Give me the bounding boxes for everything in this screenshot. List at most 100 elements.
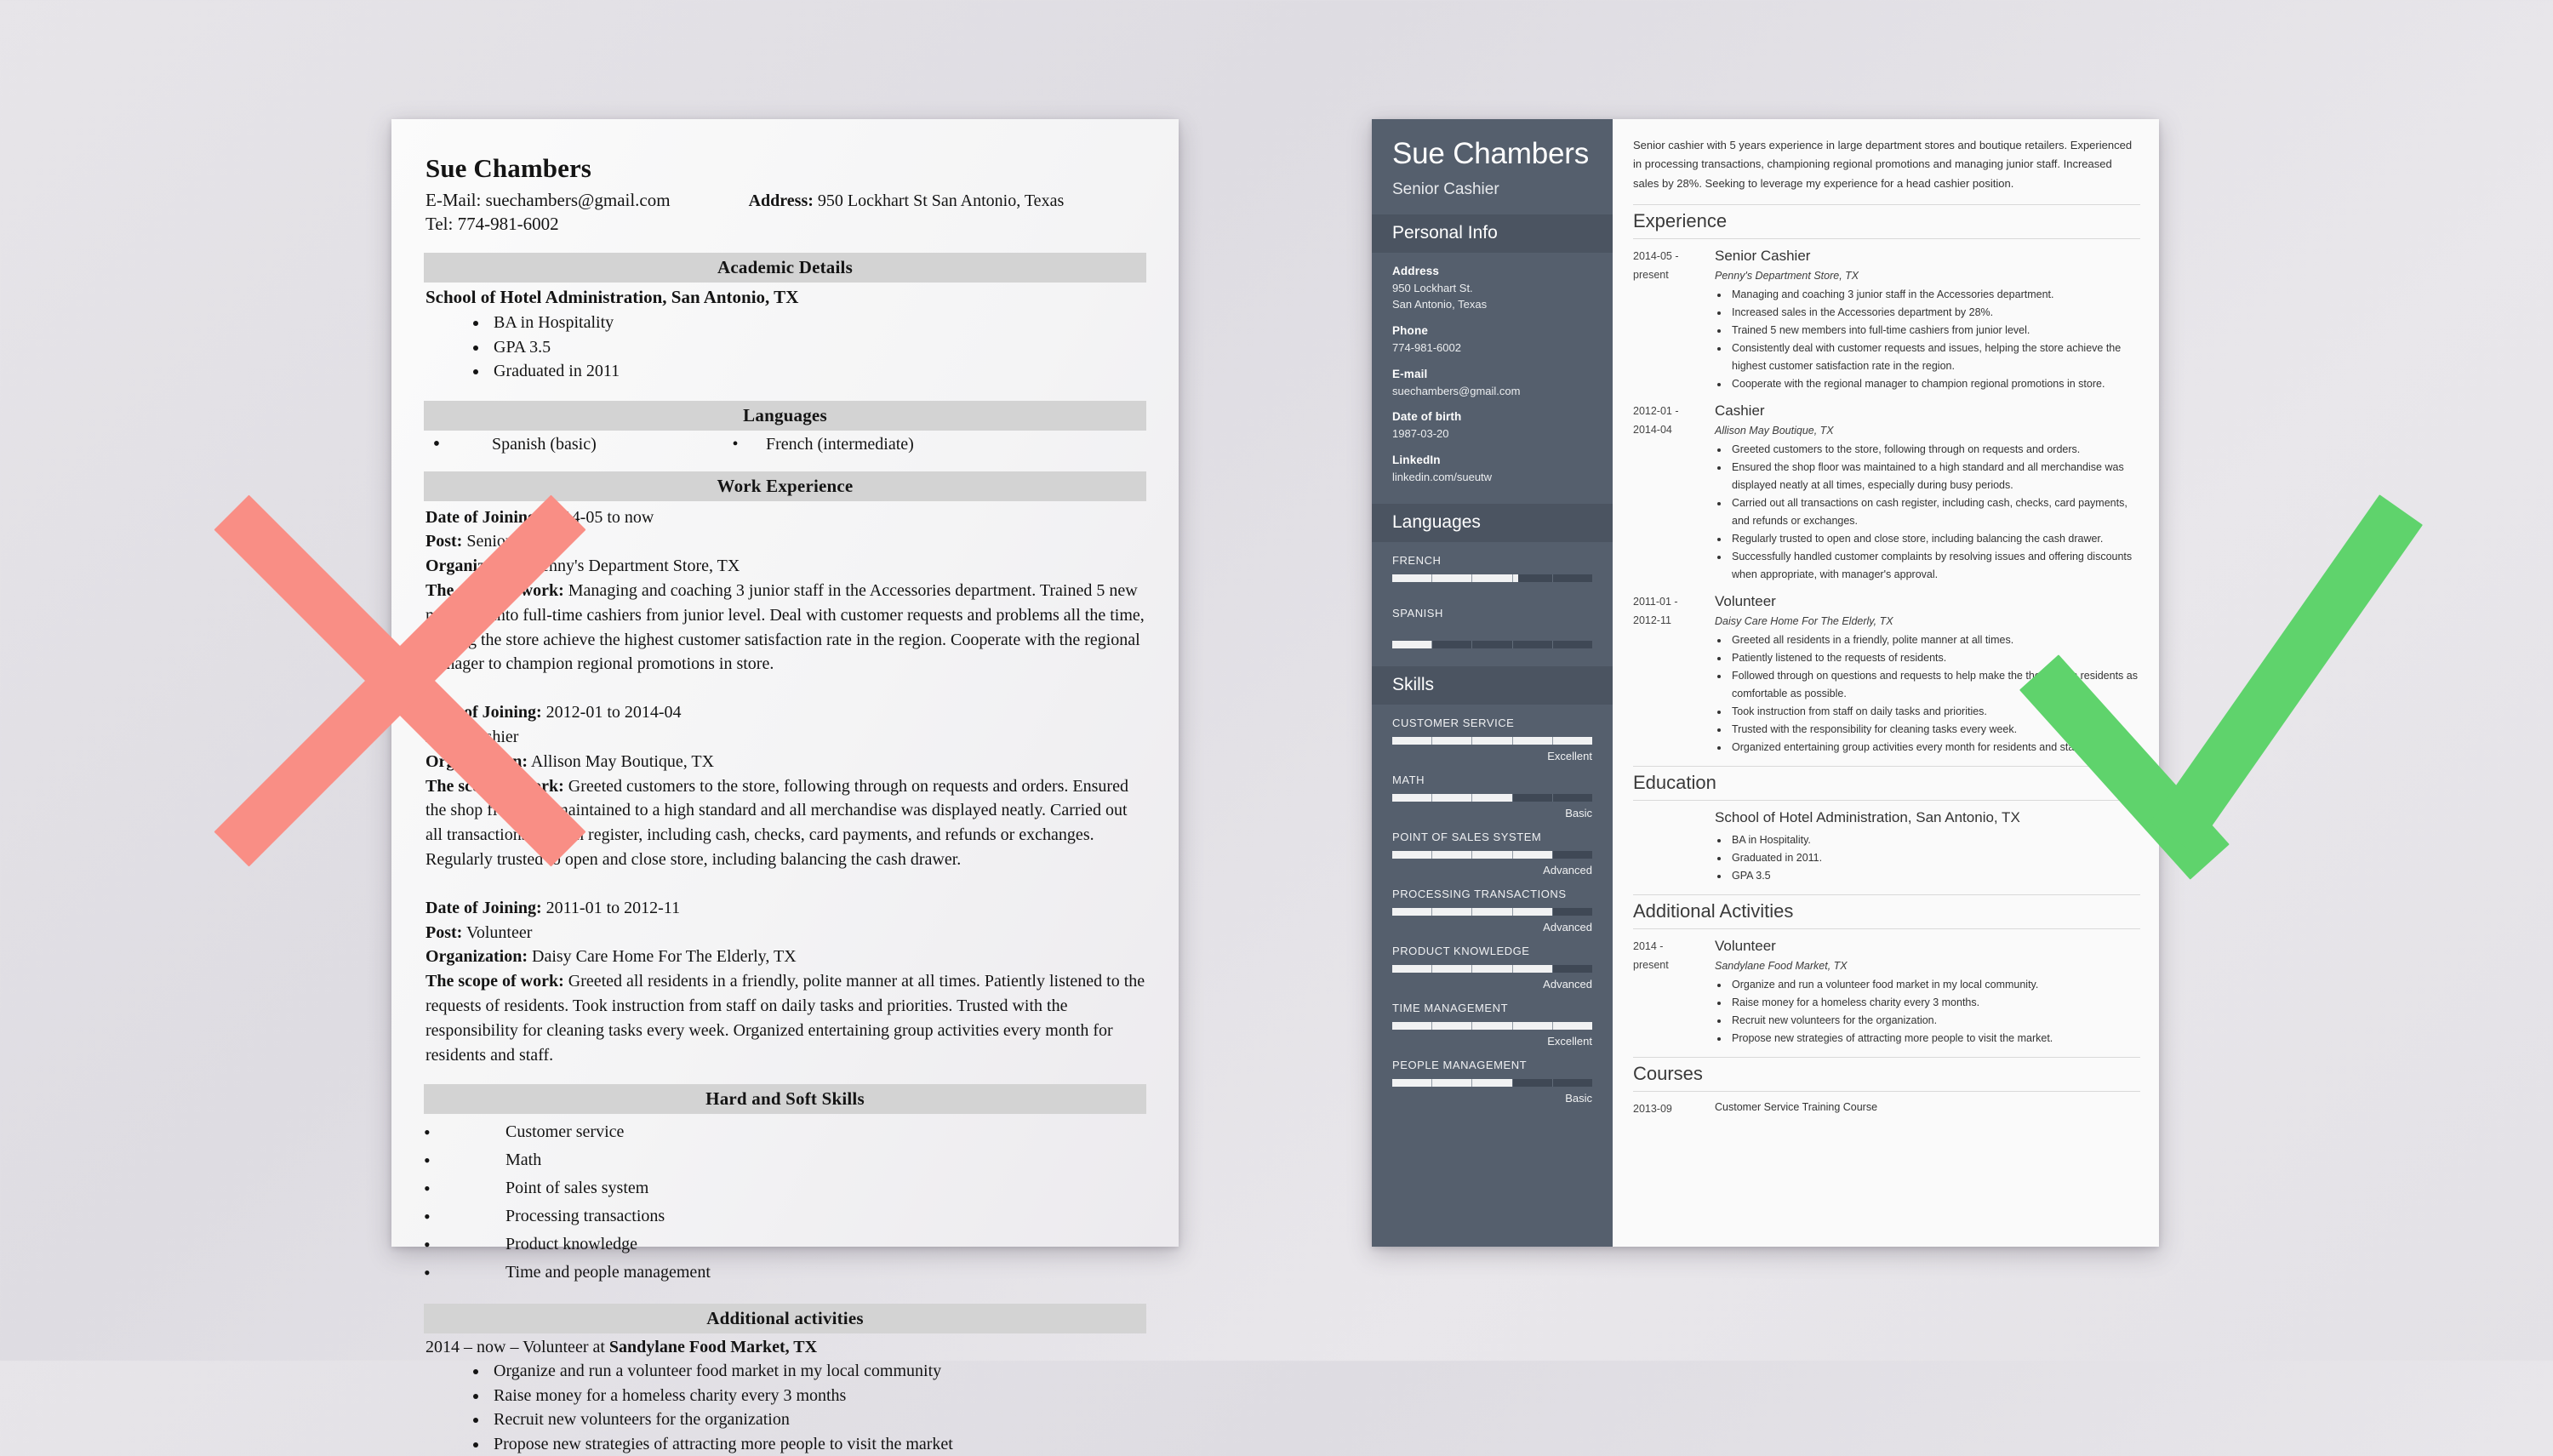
bullet-icon: •	[424, 1122, 431, 1144]
good-language-label: SPANISH	[1392, 607, 1443, 620]
list-item: • Product knowledge	[424, 1230, 1146, 1259]
list-item: Propose new strategies of attracting mor…	[488, 1432, 1146, 1456]
good-skill-bar: PROCESSING TRANSACTIONS Advanced	[1392, 888, 1592, 934]
bad-skill-label: Processing transactions	[505, 1207, 665, 1226]
good-education-entry: School of Hotel Administration, San Anto…	[1633, 809, 2140, 885]
comparison-stage: Sue Chambers E-Mail: suechambers@gmail.c…	[0, 0, 2553, 1453]
list-item: Trained 5 new members into full-time cas…	[1729, 322, 2140, 340]
list-item: Raise money for a homeless charity every…	[1729, 994, 2140, 1012]
good-entry-role: Senior Cashier	[1715, 248, 1811, 265]
good-resume-job-title: Senior Cashier	[1392, 180, 1499, 199]
list-item: Patiently listened to the requests of re…	[1729, 649, 2140, 667]
good-skill-level: Advanced	[1543, 864, 1592, 877]
list-item: Organize and run a volunteer food market…	[488, 1359, 1146, 1383]
bad-work-post-label: Post:	[426, 532, 463, 551]
list-item: Recruit new volunteers for the organizat…	[1729, 1012, 2140, 1030]
good-field-label: Address	[1392, 265, 1440, 278]
list-item: Graduated in 2011.	[1729, 849, 2140, 867]
good-entry-body: Cashier Allison May Boutique, TX Greeted…	[1715, 403, 2140, 584]
bad-work-date-value: 2014-05 to now	[545, 507, 654, 527]
good-entry-date: 2011-01 -2012-11	[1633, 596, 1678, 626]
good-skill-bar: TIME MANAGEMENT Excellent	[1392, 1002, 1592, 1048]
bad-activities-lead-org: Sandylane Food Market, TX	[608, 1338, 818, 1357]
bad-work-date-label: Date of Joining:	[426, 507, 542, 527]
bad-work-entry: Date of Joining: 2012-01 to 2014-04 Post…	[426, 700, 1146, 872]
bullet-icon: •	[424, 1234, 431, 1256]
good-entry-body: Volunteer Sandylane Food Market, TX Orga…	[1715, 938, 2140, 1048]
good-entry-bullets: Greeted all residents in a friendly, pol…	[1715, 631, 2140, 757]
list-item: • Point of sales system	[424, 1174, 1146, 1202]
bad-academic-bullets: BA in Hospitality GPA 3.5 Graduated in 2…	[424, 311, 1146, 383]
bad-resume-contact-left: E-Mail: suechambers@gmail.com Tel: 774-9…	[426, 189, 671, 236]
bad-language-left: Spanish (basic)	[492, 434, 597, 454]
bad-work-date-label: Date of Joining:	[426, 898, 542, 917]
bad-section-heading-work: Work Experience	[424, 471, 1146, 501]
progress-ticks	[1392, 965, 1592, 974]
progress-bar	[1392, 851, 1592, 859]
good-skill-level: Advanced	[1543, 978, 1592, 991]
bad-skill-label: Customer service	[505, 1122, 625, 1142]
good-skill-bar: PRODUCT KNOWLEDGE Advanced	[1392, 945, 1592, 991]
good-personal-info-body: Address 950 Lockhart St. San Antonio, Tex…	[1372, 253, 1613, 504]
bad-work-post-value: Volunteer	[465, 922, 533, 942]
check-stroke-long	[2150, 494, 2423, 853]
good-entry-org: Daisy Care Home For The Elderly, TX	[1715, 615, 1893, 628]
bad-skills-list: • Customer service • Math • Point of sales …	[424, 1118, 1146, 1287]
good-course-row: 2013-09 Customer Service Training Course	[1633, 1100, 2140, 1119]
good-language-bar: SPANISH	[1392, 607, 1592, 649]
good-entry-role: Volunteer	[1715, 593, 1776, 610]
list-item: Raise money for a homeless charity every…	[488, 1384, 1146, 1407]
list-item: Propose new strategies of attracting mor…	[1729, 1030, 2140, 1048]
good-entry-date	[1633, 809, 1715, 885]
good-entry-org: Sandylane Food Market, TX	[1715, 960, 1848, 973]
address-line-2: San Antonio, Texas	[1392, 297, 1488, 311]
bullet-icon: •	[732, 435, 739, 454]
bad-work-date-value: 2012-01 to 2014-04	[545, 703, 682, 722]
good-skill-label: MATH	[1392, 774, 1425, 787]
list-item: • Math	[424, 1146, 1146, 1174]
good-skill-bar: PEOPLE MANAGEMENT Basic	[1392, 1059, 1592, 1105]
list-item: Managing and coaching 3 junior staff in …	[1729, 286, 2140, 304]
bad-academic-school: School of Hotel Administration, San Anto…	[426, 287, 799, 308]
good-resume-name: Sue Chambers	[1392, 137, 1590, 170]
good-skill-label: PRODUCT KNOWLEDGE	[1392, 945, 1530, 958]
bullet-icon: •	[424, 1178, 431, 1200]
bad-language-right: French (intermediate)	[766, 434, 914, 454]
good-resume-main: Senior cashier with 5 years experience i…	[1613, 119, 2159, 1247]
good-field-value: linkedin.com/sueutw	[1392, 471, 1493, 484]
good-skill-label: CUSTOMER SERVICE	[1392, 717, 1515, 730]
good-entry-bullets: Managing and coaching 3 junior staff in …	[1715, 286, 2140, 393]
bad-work-date-label: Date of Joining:	[426, 703, 542, 722]
bad-section-heading-skills: Hard and Soft Skills	[424, 1084, 1146, 1115]
list-item: Ensured the shop floor was maintained to…	[1729, 459, 2140, 494]
progress-ticks	[1392, 737, 1592, 745]
list-item: Greeted customers to the store, followin…	[1729, 441, 2140, 459]
good-field-label: E-mail	[1392, 367, 1428, 380]
list-item: Carried out all transactions on cash reg…	[1729, 494, 2140, 530]
good-entry-bullets: Greeted customers to the store, followin…	[1715, 441, 2140, 584]
bad-section-heading-academic: Academic Details	[424, 253, 1146, 283]
good-entry-body: Volunteer Daisy Care Home For The Elderl…	[1715, 593, 2140, 757]
progress-ticks	[1392, 1022, 1592, 1031]
good-course-name: Customer Service Training Course	[1715, 1101, 1878, 1114]
good-heading-experience: Experience	[1633, 204, 2140, 240]
good-skill-level: Excellent	[1547, 750, 1592, 763]
good-personal-field: Phone 774-981-6002	[1392, 324, 1592, 357]
bad-activities-lead: 2014 – now – Volunteer at Sandylane Food…	[426, 1338, 1146, 1357]
bad-work-scope-label: The scope of work:	[426, 581, 564, 600]
list-item: BA in Hospitality.	[1729, 831, 2140, 849]
list-item: BA in Hospitality	[488, 311, 1146, 334]
good-skill-bar: CUSTOMER SERVICE Excellent	[1392, 717, 1592, 762]
bullet-icon: •	[424, 1262, 431, 1284]
bad-work-scope-label: The scope of work:	[426, 776, 564, 796]
bad-languages-row: • Spanish (basic) • French (intermediate…	[424, 434, 1146, 455]
good-entry-date: 2014 - present	[1633, 940, 1669, 971]
list-item: Trusted with the responsibility for clea…	[1729, 721, 2140, 739]
list-item: GPA 3.5	[488, 335, 1146, 359]
good-course-date: 2013-09	[1633, 1103, 1672, 1116]
good-skill-level: Excellent	[1547, 1035, 1592, 1048]
bad-resume-document: Sue Chambers E-Mail: suechambers@gmail.c…	[391, 119, 1179, 1453]
good-language-bar: FRENCH	[1392, 554, 1592, 583]
good-entry-bullets: BA in Hospitality. Graduated in 2011. GP…	[1715, 831, 2140, 885]
progress-bar	[1392, 737, 1592, 745]
